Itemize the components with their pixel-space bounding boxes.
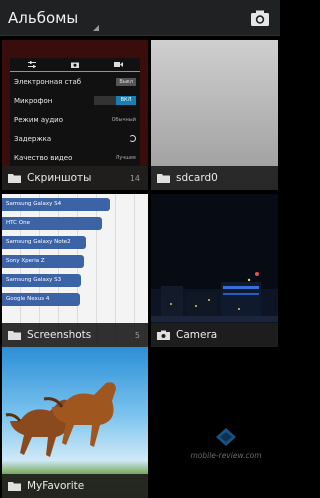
album-name: MyFavorite [27,480,85,492]
album-tile-screenshots[interactable]: Samsung Galaxy S4 HTC One Samsung Galaxy N… [2,194,148,347]
setting-value: Выкл [116,77,136,86]
setting-toggle: ВКЛ [94,96,136,105]
timer-icon [129,135,136,142]
folder-icon [8,174,21,183]
setting-value: Лучшее [115,154,136,161]
album-label-bar: Camera [151,323,278,347]
benchmark-bar: Samsung Galaxy Note2 [2,236,86,249]
setting-label: Микрофон [14,96,53,105]
setting-label: Качество видео [14,153,73,162]
album-count: 14 [129,173,140,183]
benchmark-bar: Google Nexus 4 [2,293,80,306]
sliders-icon [10,58,53,71]
album-spinner-title[interactable]: Альбомы [8,9,78,27]
album-count: 5 [134,330,140,340]
folder-icon [8,482,21,491]
folder-icon [8,331,21,340]
camera-icon[interactable] [250,8,270,28]
benchmark-bar: Sony Xperia Z [2,255,84,268]
album-name: Скриншоты [27,172,92,184]
setting-label: Электронная стаб [14,77,82,86]
settings-row: Электронная стаб Выкл [10,72,140,91]
watermark: mobile-review.com [176,427,276,460]
album-tile-screenshots-ru[interactable]: Электронная стаб Выкл Микрофон ВКЛ Режим… [2,40,148,190]
album-label-bar: Screenshots 5 [2,323,148,347]
album-tile-sdcard0[interactable]: sdcard0 [151,40,278,190]
photo-camera-icon [53,58,96,71]
album-name: Camera [176,329,218,341]
spinner-caret-icon[interactable] [93,25,99,31]
camera-folder-icon [157,330,170,340]
album-name: sdcard0 [176,172,218,184]
settings-row: Задержка [10,129,140,148]
album-tile-camera[interactable]: Camera [151,194,278,347]
setting-label: Режим аудио [14,115,63,124]
album-label-bar: Скриншоты 14 [2,166,148,190]
album-label-bar: sdcard0 [151,166,278,190]
benchmark-bar: Samsung Galaxy S3 [2,274,81,287]
album-tile-myfavorite[interactable]: MyFavorite [2,347,148,498]
watermark-logo-icon [216,428,236,446]
settings-row: Качество видео Лучшее [10,148,140,167]
benchmark-bar: Samsung Galaxy S4 [2,198,110,211]
camera-settings-thumbnail: Электронная стаб Выкл Микрофон ВКЛ Режим… [10,58,140,166]
benchmark-bar: HTC One [2,217,102,230]
setting-value: Обычный [111,116,136,123]
folder-icon [157,174,170,183]
album-label-bar: MyFavorite [2,474,148,498]
settings-row: Микрофон ВКЛ [10,91,140,110]
video-camera-icon [97,58,140,71]
setting-value: ВКЛ [116,96,136,105]
watermark-text: mobile-review.com [190,451,262,460]
settings-tabs [10,58,140,72]
setting-label: Задержка [14,134,52,143]
settings-row: Режим аудио Обычный [10,110,140,129]
album-name: Screenshots [27,329,92,341]
action-bar: Альбомы [0,0,280,36]
